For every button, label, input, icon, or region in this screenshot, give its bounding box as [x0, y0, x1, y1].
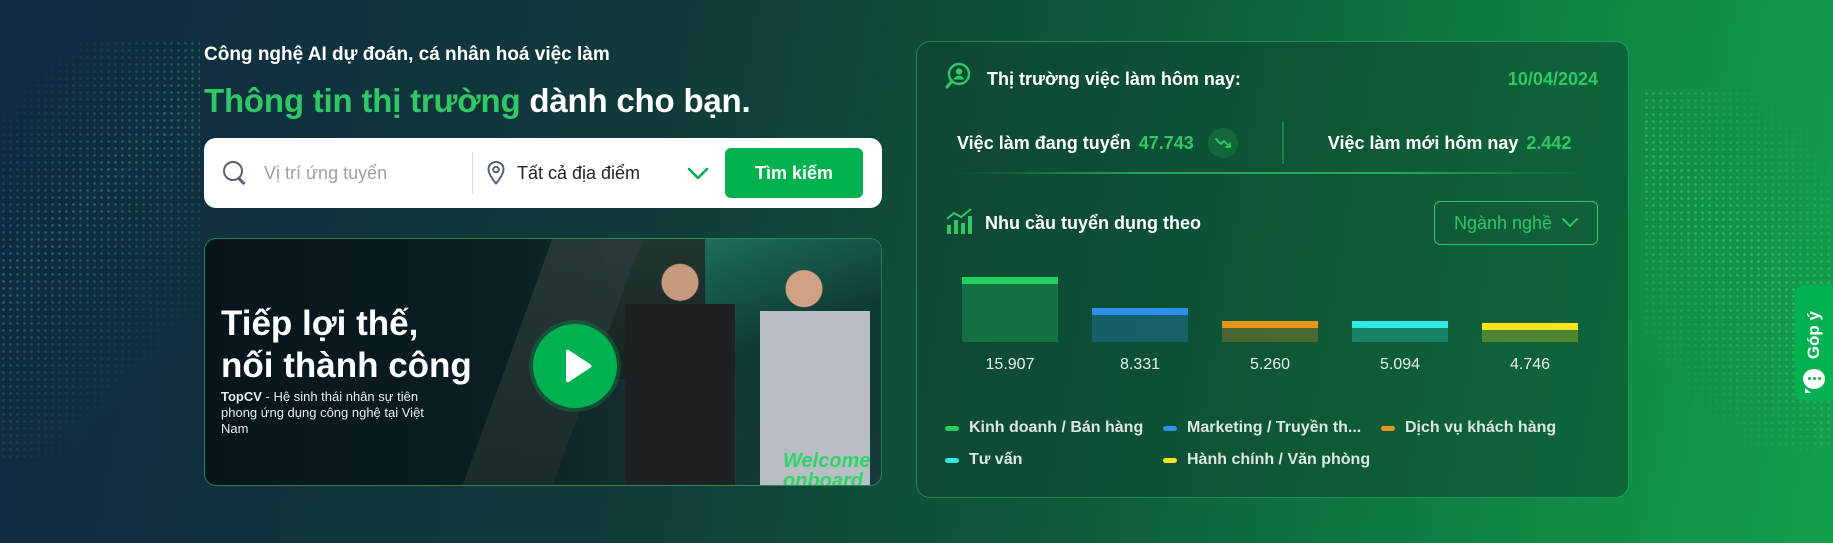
chat-bubble-icon [1803, 369, 1825, 393]
bar: 8.331 [1092, 267, 1188, 387]
new-jobs-label: Việc làm mới hôm nay [1327, 132, 1519, 153]
dropdown-value: Ngành nghề [1453, 212, 1553, 233]
magnifier-user-icon [945, 61, 977, 98]
legend-swatch [1381, 425, 1395, 431]
new-jobs-stat: Việc làm mới hôm nay 2.442 [1328, 133, 1572, 154]
legend-label: Hành chính / Văn phòng [1187, 451, 1371, 468]
location-pin-icon [485, 160, 507, 186]
demand-header: Nhu cầu tuyển dụng theo Ngành nghề [945, 200, 1598, 246]
legend-label: Kinh doanh / Bán hàng [969, 419, 1144, 436]
market-panel: Thị trường việc làm hôm nay: 10/04/2024 … [916, 41, 1629, 498]
legend-item: Marketing / Truyền th... [1163, 419, 1361, 437]
location-value: Tất cả địa điểm [517, 162, 641, 183]
new-jobs-value: 2.442 [1526, 132, 1572, 153]
search-bar: Tất cả địa điểm Tìm kiếm [204, 138, 882, 208]
bar-value-label: 5.260 [1249, 356, 1291, 373]
banner-welcome-text: Welcome onboard [783, 450, 871, 486]
bar-cap [1092, 308, 1188, 315]
demand-bar-chart: 15.907 8.331 5.260 5.094 4.746 [957, 267, 1597, 427]
headline-highlight: Thông tin thị trường [204, 82, 521, 119]
search-icon [222, 160, 248, 186]
legend-swatch [945, 425, 959, 431]
welcome-line: onboard [783, 470, 863, 486]
legend-item: Hành chính / Văn phòng [1163, 451, 1370, 469]
legend-swatch [1163, 457, 1177, 463]
bar-value-label: 8.331 [1119, 356, 1161, 373]
play-video-button[interactable] [533, 324, 617, 408]
banner-person-image [625, 249, 735, 485]
bar-cap [1482, 323, 1578, 330]
section-divider [957, 172, 1588, 174]
chevron-down-icon [1562, 218, 1579, 228]
market-title: Thị trường việc làm hôm nay: [987, 68, 1241, 89]
industry-dropdown[interactable]: Ngành nghề [1434, 201, 1598, 245]
trend-down-icon [1207, 128, 1238, 158]
headline-rest: dành cho bạn. [520, 82, 751, 119]
legend-row: Kinh doanh / Bán hàng Marketing / Truyền … [945, 412, 1605, 444]
bar-cap [1352, 321, 1448, 328]
legend-item: Tư vấn [945, 451, 1022, 469]
legend-label: Marketing / Truyền th... [1187, 419, 1362, 436]
play-icon [566, 349, 592, 383]
search-input[interactable] [264, 162, 464, 184]
bar-value-label: 5.094 [1379, 356, 1421, 373]
bar: 15.907 [962, 267, 1058, 387]
hero-tagline: Công nghệ AI dự đoán, cá nhân hoá việc l… [204, 44, 610, 65]
feedback-tab[interactable]: Góp ý [1795, 285, 1833, 401]
chart-legend: Kinh doanh / Bán hàng Marketing / Truyền … [945, 412, 1605, 476]
legend-swatch [945, 457, 959, 463]
legend-item: Dịch vụ khách hàng [1381, 419, 1556, 437]
search-button[interactable]: Tìm kiếm [725, 148, 863, 198]
bar-value-label: 4.746 [1509, 356, 1551, 373]
chevron-down-icon [685, 160, 711, 186]
bar-value-label: 15.907 [985, 356, 1035, 373]
promo-banner[interactable]: Tiếp lợi thế, nối thành công TopCV - Hệ … [204, 238, 882, 486]
market-stats: Việc làm đang tuyển 47.743 Việc làm mới … [957, 118, 1588, 168]
hero-section: Công nghệ AI dự đoán, cá nhân hoá việc l… [204, 44, 882, 486]
legend-item: Kinh doanh / Bán hàng [945, 419, 1143, 437]
legend-row: Tư vấn Hành chính / Văn phòng [945, 444, 1605, 476]
bar-chart-icon [945, 207, 975, 240]
open-jobs-value: 47.743 [1138, 132, 1194, 153]
stats-divider [1281, 122, 1284, 164]
banner-title-line: Tiếp lợi thế, [221, 304, 419, 343]
hero-headline: Thông tin thị trường dành cho bạn. [204, 82, 882, 120]
open-jobs-stat: Việc làm đang tuyển 47.743 [957, 128, 1238, 158]
banner-title: Tiếp lợi thế, nối thành công [221, 303, 521, 387]
bar-cap [1222, 321, 1318, 328]
banner-subtitle: TopCV - Hệ sinh thái nhân sự tiên phong … [221, 389, 441, 437]
location-select[interactable]: Tất cả địa điểm [485, 160, 725, 186]
legend-label: Tư vấn [969, 451, 1023, 468]
bar: 5.094 [1352, 267, 1448, 387]
feedback-label: Góp ý [1804, 310, 1823, 359]
bar-body [962, 277, 1058, 342]
market-header: Thị trường việc làm hôm nay: 10/04/2024 [945, 62, 1598, 96]
bar: 4.746 [1482, 267, 1578, 387]
decorative-dots-left [0, 40, 200, 460]
legend-swatch [1163, 425, 1177, 431]
open-jobs-label: Việc làm đang tuyển [957, 132, 1131, 153]
demand-label: Nhu cầu tuyển dụng theo [985, 212, 1201, 233]
bar: 5.260 [1222, 267, 1318, 387]
banner-brand: TopCV [221, 389, 262, 404]
search-divider [472, 152, 473, 194]
market-date: 10/04/2024 [1507, 68, 1598, 89]
legend-label: Dịch vụ khách hàng [1405, 419, 1557, 436]
welcome-line: Welcome [783, 450, 871, 472]
banner-title-line: nối thành công [221, 346, 472, 385]
bar-cap [962, 277, 1058, 284]
